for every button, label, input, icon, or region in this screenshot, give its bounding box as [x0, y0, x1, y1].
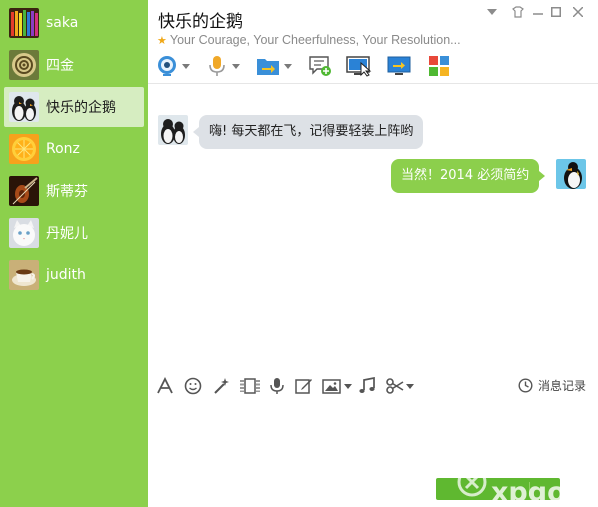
create-group-button[interactable] — [308, 53, 332, 79]
penguin-icon — [556, 159, 586, 189]
coffee-cup-icon — [9, 260, 39, 290]
chat-toolbar — [156, 53, 596, 79]
contact-signature: Your Courage, Your Cheerfulness, Your Re… — [169, 33, 461, 47]
signature-row: ★ Your Courage, Your Cheerfulness, Your … — [157, 33, 461, 47]
maximize-icon — [551, 7, 561, 17]
penguins-icon — [9, 92, 39, 122]
contact-avatar — [9, 260, 39, 290]
contact-item-danielle[interactable]: 丹妮儿 — [4, 213, 144, 253]
file-transfer-button[interactable] — [256, 53, 292, 79]
contact-name: 四金 — [46, 58, 74, 74]
apps-grid-icon — [429, 56, 449, 76]
star-icon: ★ — [157, 34, 167, 47]
spiral-shell-icon — [9, 50, 39, 80]
minimize-button[interactable] — [528, 3, 548, 21]
screenshot-button[interactable] — [386, 376, 414, 396]
contact-item-happy-penguin[interactable]: 快乐的企鹅 — [4, 87, 144, 127]
orange-slice-icon — [9, 134, 39, 164]
sent-message[interactable]: 当然！2014 必须简约 — [391, 159, 546, 193]
message-history-label: 消息记录 — [537, 379, 586, 393]
emoji-button[interactable] — [184, 376, 202, 396]
white-cat-icon — [9, 218, 39, 248]
contact-item-ronz[interactable]: Ronz — [4, 129, 144, 169]
contact-name: 丹妮儿 — [46, 226, 88, 242]
voice-call-button[interactable] — [206, 53, 240, 79]
caret-down-icon — [182, 63, 190, 69]
webcam-icon — [158, 56, 176, 76]
film-frame-icon — [240, 378, 260, 394]
chat-title: 快乐的企鹅 — [158, 12, 243, 32]
share-screen-button[interactable] — [386, 53, 412, 79]
contact-name: Ronz — [46, 141, 80, 157]
message-history-button[interactable]: 消息记录 — [518, 377, 586, 394]
shirt-icon — [512, 6, 524, 18]
self-avatar — [556, 159, 586, 189]
minimize-icon — [533, 13, 543, 15]
edit-icon — [295, 379, 312, 394]
handwriting-button[interactable] — [295, 376, 313, 396]
sender-avatar — [158, 115, 188, 145]
contact-name: saka — [46, 15, 79, 31]
contact-avatar — [9, 134, 39, 164]
contact-item-stephen[interactable]: 斯蒂芬 — [4, 171, 144, 211]
contact-name: judith — [46, 267, 86, 283]
music-note-icon — [359, 377, 375, 393]
chat-add-icon — [309, 56, 331, 76]
image-icon — [322, 379, 341, 394]
chat-header: 快乐的企鹅 ★ Your Courage, Your Cheerfulness,… — [148, 0, 598, 84]
contact-avatar — [9, 92, 39, 122]
contact-avatar — [9, 8, 39, 38]
voice-message-button[interactable] — [269, 376, 285, 396]
apps-button[interactable] — [428, 53, 450, 79]
caret-down-icon — [284, 63, 292, 69]
send-button[interactable] — [436, 478, 560, 500]
send-options-divider — [529, 482, 530, 496]
folder-transfer-icon — [257, 59, 279, 75]
microphone-icon — [209, 56, 225, 76]
contact-avatar — [9, 50, 39, 80]
image-button[interactable] — [322, 376, 352, 396]
magic-wand-icon — [214, 378, 229, 394]
font-icon — [157, 377, 173, 394]
caret-down-icon — [232, 63, 240, 69]
caret-down-icon — [344, 383, 352, 389]
contact-name: 快乐的企鹅 — [46, 100, 116, 116]
scissors-icon — [386, 378, 404, 394]
message-input[interactable] — [148, 401, 598, 473]
window-dropdown-button[interactable] — [482, 3, 502, 21]
contact-item-saka[interactable]: saka — [4, 3, 144, 43]
remote-assistance-button[interactable] — [346, 53, 372, 79]
violin-icon — [9, 176, 39, 206]
monitor-cursor-icon — [346, 56, 372, 77]
nudge-button[interactable] — [212, 376, 230, 396]
message-area: 嗨! 每天都在飞，记得要轻装上阵哟 当然！2014 必须简约 — [148, 85, 598, 370]
skin-button[interactable] — [508, 3, 528, 21]
close-button[interactable] — [568, 3, 588, 21]
font-button[interactable] — [156, 376, 174, 396]
contact-item-judith[interactable]: judith — [4, 255, 144, 295]
caret-down-icon — [406, 383, 414, 389]
microphone-icon — [270, 378, 284, 394]
screen-capture-frame-button[interactable] — [240, 376, 260, 396]
contact-item-sijin[interactable]: 四金 — [4, 45, 144, 85]
monitor-share-icon — [387, 56, 411, 75]
contact-avatar — [9, 218, 39, 248]
smiley-icon — [184, 377, 202, 395]
input-toolbar: 消息记录 — [148, 371, 598, 401]
video-call-button[interactable] — [156, 53, 190, 79]
contact-avatar — [9, 176, 39, 206]
maximize-button[interactable] — [546, 3, 566, 21]
close-icon — [573, 7, 583, 17]
music-button[interactable] — [358, 376, 376, 396]
contact-sidebar: saka 四金 快乐的企鹅 Ronz 斯蒂芬 丹妮儿 judith — [0, 0, 148, 507]
caret-down-icon — [487, 9, 497, 15]
clock-icon — [518, 378, 533, 393]
colored-pencils-icon — [9, 8, 39, 38]
received-message[interactable]: 嗨! 每天都在飞，记得要轻装上阵哟 — [192, 115, 424, 149]
contact-name: 斯蒂芬 — [46, 184, 88, 200]
penguins-icon — [158, 115, 188, 145]
